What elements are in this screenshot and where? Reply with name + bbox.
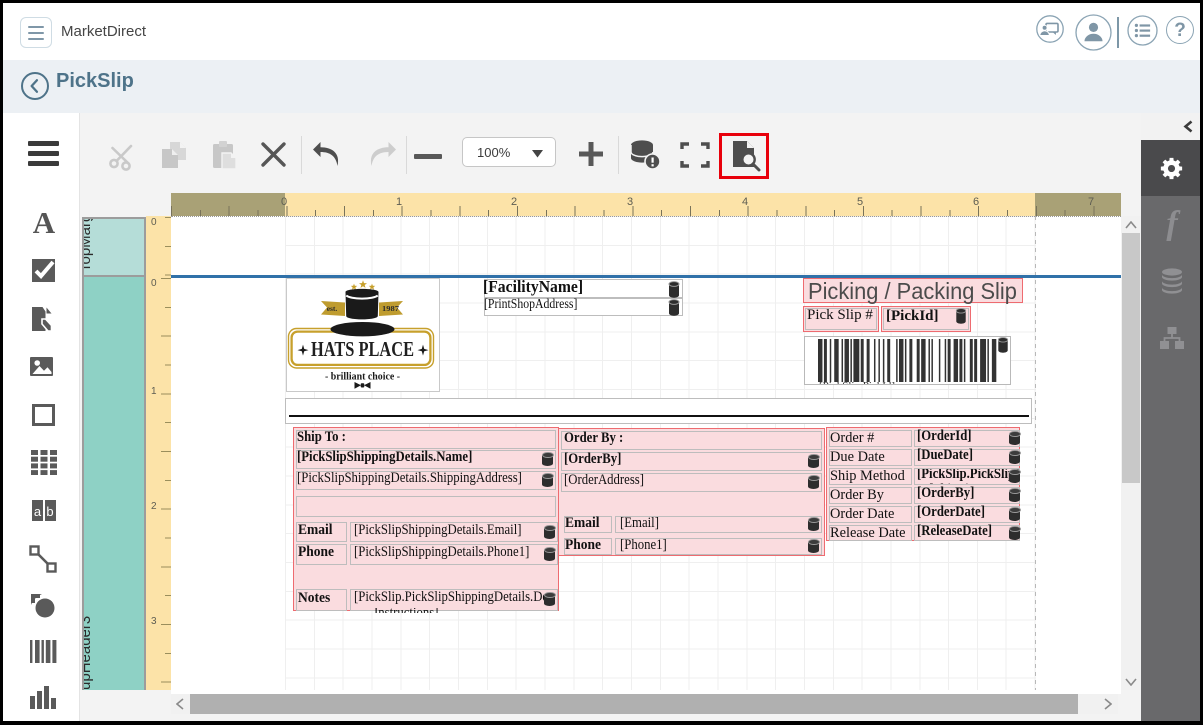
svg-text:- brilliant choice -: - brilliant choice -: [325, 372, 400, 383]
svg-text:1987: 1987: [382, 304, 399, 313]
svg-text:est.: est.: [327, 304, 338, 313]
svg-text:HATS PLACE: HATS PLACE: [311, 337, 414, 361]
